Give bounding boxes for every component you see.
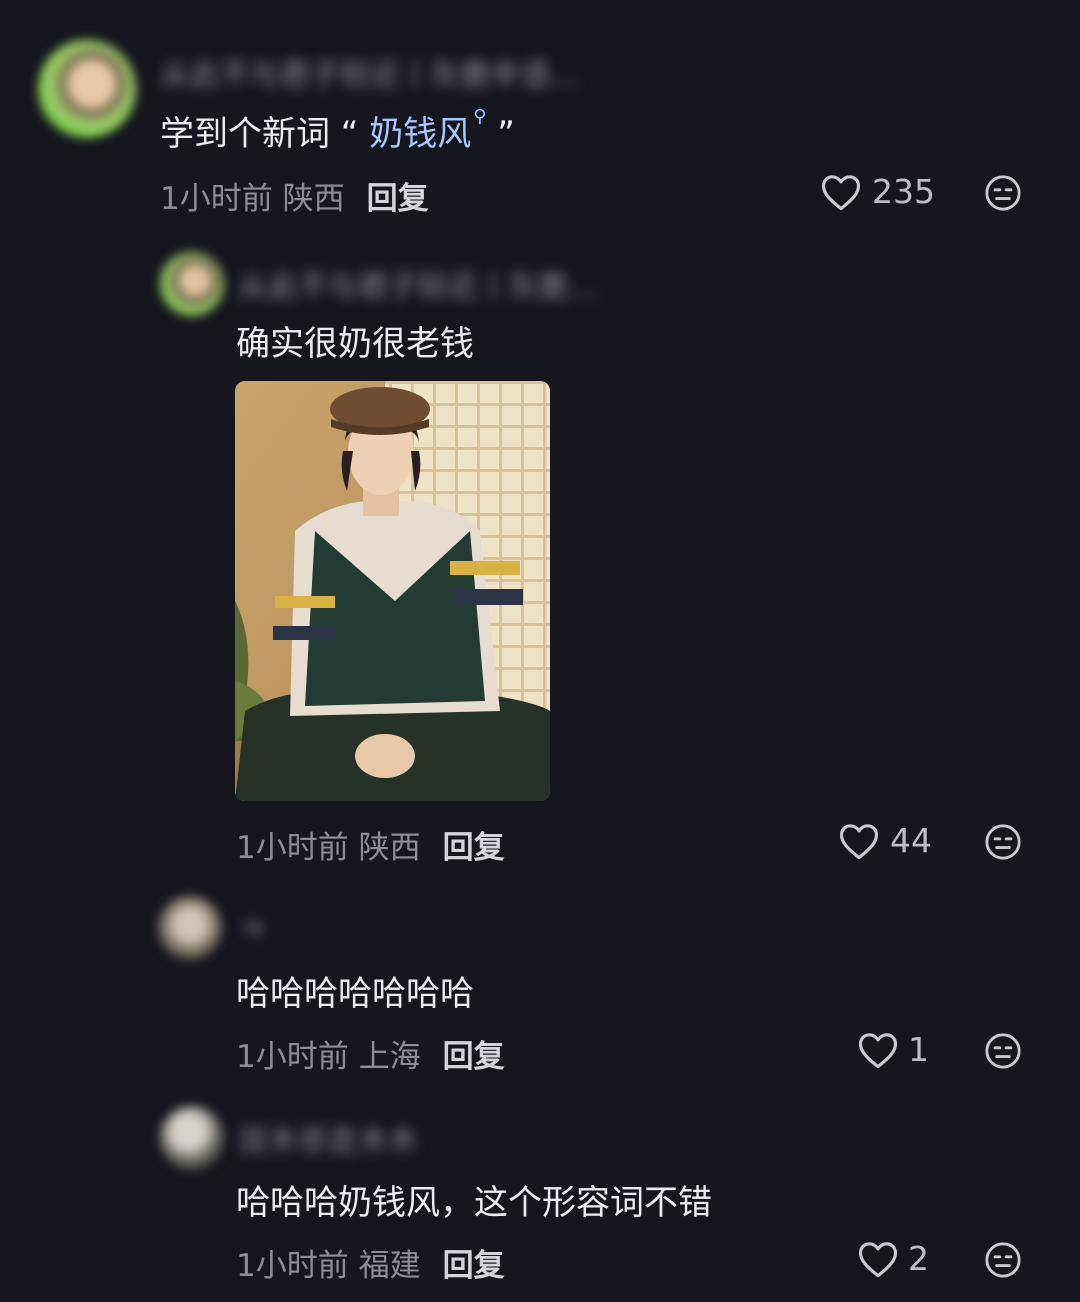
heart-icon[interactable] bbox=[838, 821, 880, 861]
comment-meta: 1小时前 上海 回复 bbox=[236, 1031, 505, 1076]
reply-button[interactable]: 回复 bbox=[443, 1039, 505, 1075]
comment-location: 陕西 bbox=[358, 830, 421, 866]
comment-meta: 1小时前 福建 回复 bbox=[236, 1240, 505, 1285]
comment-location: 陕西 bbox=[282, 181, 345, 217]
heart-icon[interactable] bbox=[820, 172, 862, 212]
comment-text-prefix: 学到个新词 “ bbox=[160, 114, 370, 154]
dislike-face-icon[interactable] bbox=[984, 823, 1022, 861]
comment-text: 哈哈哈哈哈哈哈 bbox=[236, 974, 474, 1014]
username[interactable]: 双木非走木木 bbox=[238, 1116, 418, 1160]
comment-text: 确实很奶很老钱 bbox=[236, 324, 474, 364]
comment-text-suffix: ” bbox=[486, 114, 515, 154]
dislike-face-icon[interactable] bbox=[984, 1032, 1022, 1070]
comment-location: 上海 bbox=[358, 1039, 421, 1075]
username[interactable]: 从此不与君子较近丨灰鹿… bbox=[238, 262, 598, 306]
reply-button[interactable]: 回复 bbox=[367, 181, 429, 217]
comment-time: 1小时前 bbox=[236, 1039, 349, 1075]
username[interactable]: ㅋ bbox=[238, 906, 266, 950]
comment-location: 福建 bbox=[358, 1248, 421, 1284]
reply-button[interactable]: 回复 bbox=[443, 830, 505, 866]
heart-icon[interactable] bbox=[857, 1239, 899, 1279]
comment-time: 1小时前 bbox=[236, 830, 349, 866]
comment-time: 1小时前 bbox=[160, 181, 273, 217]
avatar[interactable] bbox=[160, 1106, 224, 1170]
like-count: 44 bbox=[890, 821, 932, 860]
search-keyword-link[interactable]: 奶钱风 bbox=[369, 114, 471, 154]
avatar[interactable] bbox=[160, 252, 224, 316]
dislike-face-icon[interactable] bbox=[984, 1241, 1022, 1279]
username[interactable]: 从此不与君子较近丨灰鹿辛语… bbox=[160, 50, 580, 94]
reply-button[interactable]: 回复 bbox=[443, 1248, 505, 1284]
comment-text: 哈哈哈奶钱风，这个形容词不错 bbox=[236, 1183, 712, 1223]
comment-meta: 1小时前 陕西 回复 bbox=[160, 173, 429, 218]
comment-text: 学到个新词 “ 奶钱风 ⚲ ” bbox=[160, 106, 515, 155]
avatar[interactable] bbox=[158, 896, 222, 960]
comment-photo[interactable] bbox=[235, 381, 550, 801]
avatar[interactable] bbox=[38, 40, 136, 138]
search-icon[interactable]: ⚲ bbox=[473, 106, 486, 127]
like-count: 1 bbox=[908, 1030, 929, 1069]
like-count: 2 bbox=[908, 1239, 929, 1278]
heart-icon[interactable] bbox=[857, 1030, 899, 1070]
comment-time: 1小时前 bbox=[236, 1248, 349, 1284]
like-count: 235 bbox=[872, 172, 935, 211]
comment-meta: 1小时前 陕西 回复 bbox=[236, 822, 505, 867]
dislike-face-icon[interactable] bbox=[984, 174, 1022, 212]
